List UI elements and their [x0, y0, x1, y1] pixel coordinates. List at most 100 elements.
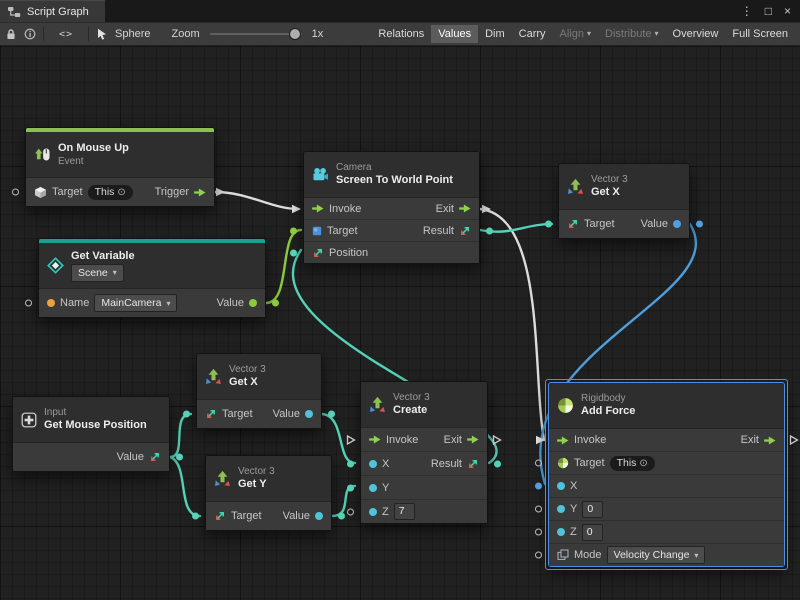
tab-script-graph[interactable]: Script Graph	[0, 0, 105, 22]
value-port[interactable]	[328, 411, 335, 418]
node-add-force[interactable]: Rigidbody Add Force Invoke Exit Target T…	[548, 382, 785, 567]
flow-arrow-icon[interactable]	[764, 436, 776, 445]
value-port[interactable]	[338, 513, 345, 520]
this-chip[interactable]: This ⊙	[610, 456, 655, 471]
port-row: Target Value	[559, 210, 689, 238]
chip-label: This	[617, 457, 637, 469]
target-port[interactable]	[183, 411, 190, 418]
port-label: Invoke	[574, 434, 606, 446]
wire-variable-to-target[interactable]	[266, 230, 301, 303]
flow-arrow-icon[interactable]	[557, 436, 569, 445]
info-icon[interactable]	[24, 28, 36, 40]
node-get-x-top[interactable]: Vector 3 Get X Target Value	[558, 163, 690, 239]
node-kind: Vector 3	[591, 174, 628, 185]
gameobject-icon	[34, 186, 47, 199]
node-get-mouse-position[interactable]: Input Get Mouse Position Value	[12, 396, 170, 472]
exit-port[interactable]	[492, 435, 502, 445]
y-port[interactable]	[535, 506, 542, 513]
node-screen-to-world-point[interactable]: Camera Screen To World Point Invoke Exit…	[303, 151, 480, 264]
exit-port[interactable]	[789, 435, 799, 445]
graph-canvas[interactable]: On Mouse Up Event Target This ⊙ Trigger	[0, 46, 800, 600]
relations-button[interactable]: Relations	[371, 25, 431, 43]
camera-icon	[312, 166, 329, 183]
port-row: Y 0	[549, 497, 784, 520]
invoke-port[interactable]	[346, 435, 356, 445]
z-port[interactable]	[535, 529, 542, 536]
lock-icon[interactable]	[5, 28, 17, 40]
variable-scope-dropdown[interactable]: Scene ▾	[71, 264, 124, 282]
dim-button[interactable]: Dim	[478, 25, 512, 43]
target-port[interactable]	[290, 227, 297, 234]
port-label: Value	[217, 297, 244, 309]
wire-mouse-to-getx-target[interactable]	[170, 414, 191, 457]
flow-arrow-icon[interactable]	[467, 435, 479, 444]
variable-name-dropdown[interactable]: MainCamera ▾	[94, 294, 177, 312]
wire-trigger-to-invoke[interactable]	[215, 192, 298, 209]
node-header: On Mouse Up Event	[26, 132, 214, 178]
node-create-vector[interactable]: Vector 3 Create Invoke Exit X Result	[360, 381, 488, 524]
port-row: Value	[13, 443, 169, 471]
result-port[interactable]	[494, 460, 501, 467]
wire-mouse-to-gety-target[interactable]	[170, 457, 200, 516]
port-label: Target	[327, 225, 358, 237]
node-get-x-mid[interactable]: Vector 3 Get X Target Value	[196, 353, 322, 429]
node-get-variable[interactable]: Get Variable Scene ▾ Name MainCamera ▾ V…	[38, 238, 266, 318]
overview-button[interactable]: Overview	[666, 25, 726, 43]
mode-port[interactable]	[535, 552, 542, 559]
position-port[interactable]	[290, 249, 297, 256]
value-port[interactable]	[176, 454, 183, 461]
this-chip[interactable]: This ⊙	[88, 185, 133, 200]
menu-icon[interactable]: ⋮	[741, 5, 753, 17]
chevron-down-icon: ▾	[694, 551, 698, 560]
target-port[interactable]	[12, 189, 19, 196]
dropdown-value: Scene	[78, 267, 108, 279]
full-screen-button[interactable]: Full Screen	[725, 25, 795, 43]
flow-arrow-icon[interactable]	[369, 435, 381, 444]
target-port[interactable]	[545, 221, 552, 228]
code-view-icon[interactable]: <>	[59, 29, 73, 40]
result-port[interactable]	[486, 227, 493, 234]
node-get-y[interactable]: Vector 3 Get Y Target Value	[205, 455, 332, 531]
force-mode-icon	[557, 549, 569, 561]
toolbar-divider	[88, 27, 89, 41]
target-port[interactable]	[535, 460, 542, 467]
value-port[interactable]	[272, 300, 279, 307]
port-label: Target	[231, 510, 262, 522]
carry-button[interactable]: Carry	[512, 25, 553, 43]
flow-arrow-icon[interactable]	[459, 204, 471, 213]
name-port[interactable]	[25, 300, 32, 307]
values-button[interactable]: Values	[431, 25, 478, 43]
graph-owner-label[interactable]: Sphere	[115, 28, 150, 40]
node-header: Input Get Mouse Position	[13, 397, 169, 443]
node-title: Get X	[229, 376, 266, 389]
float-port-icon	[557, 505, 565, 513]
port-label: Invoke	[329, 203, 361, 215]
zoom-slider-handle[interactable]	[289, 28, 301, 40]
x-port[interactable]	[347, 460, 354, 467]
z-value-field[interactable]: 7	[394, 503, 415, 520]
flow-arrow-icon[interactable]	[312, 204, 324, 213]
port-row: Invoke Exit	[304, 198, 479, 219]
close-icon[interactable]: ×	[784, 5, 791, 17]
float-port-icon	[315, 512, 323, 520]
y-value-field[interactable]: 0	[582, 501, 603, 518]
force-mode-dropdown[interactable]: Velocity Change ▾	[607, 546, 706, 564]
z-port[interactable]	[347, 508, 354, 515]
target-port[interactable]	[192, 513, 199, 520]
node-title: Get Variable	[71, 250, 135, 263]
chevron-down-icon: ▾	[587, 30, 591, 38]
zoom-slider[interactable]	[210, 33, 302, 35]
y-port[interactable]	[347, 484, 354, 491]
zoom-value: 1x	[312, 28, 324, 40]
value-port[interactable]	[696, 221, 703, 228]
z-value-field[interactable]: 0	[582, 524, 603, 541]
maximize-icon[interactable]: □	[765, 5, 772, 17]
wire-exit-to-addforce-invoke[interactable]	[480, 209, 544, 440]
x-port[interactable]	[535, 483, 542, 490]
target-self-icon: ⊙	[117, 187, 125, 198]
node-kind: Vector 3	[229, 364, 266, 375]
node-title: Create	[393, 404, 430, 417]
flow-arrow-icon[interactable]	[194, 188, 206, 197]
node-on-mouse-up[interactable]: On Mouse Up Event Target This ⊙ Trigger	[25, 127, 215, 207]
string-port-icon	[47, 299, 55, 307]
